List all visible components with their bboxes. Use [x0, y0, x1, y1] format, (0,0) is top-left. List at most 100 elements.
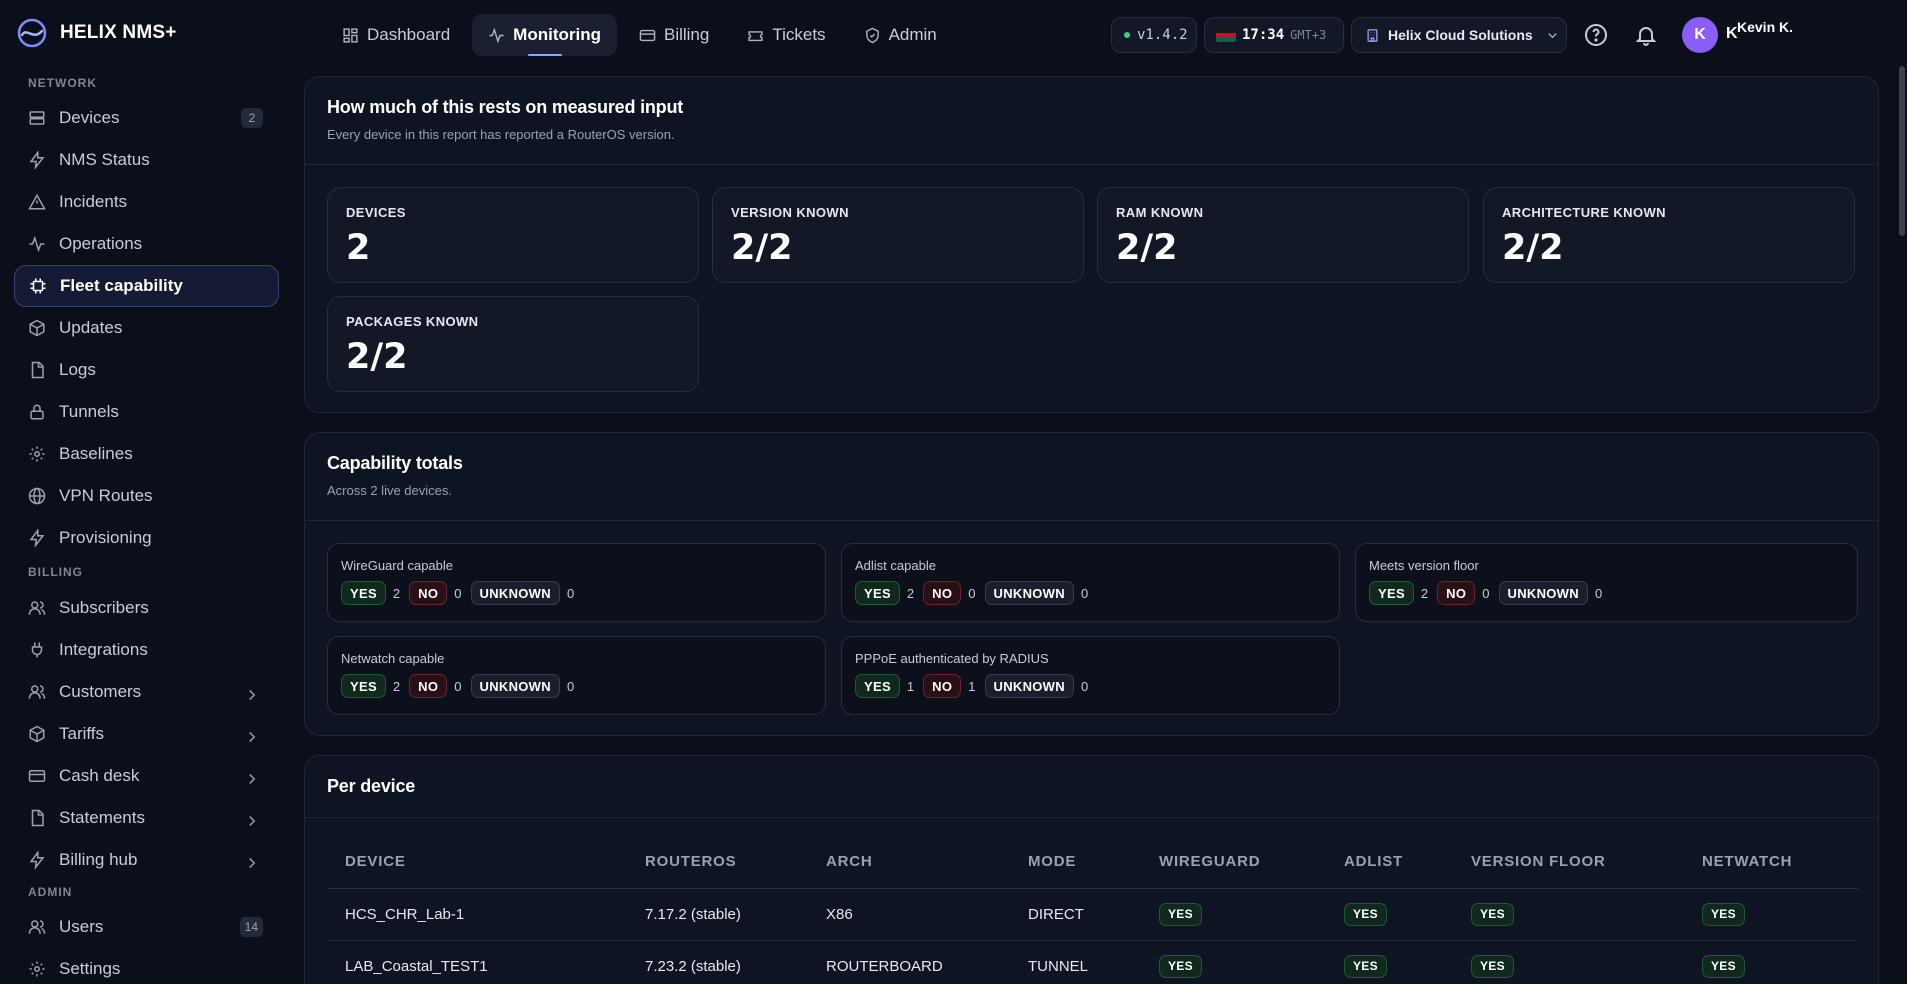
- capability-totals-card: Capability totals Across 2 live devices.…: [304, 432, 1879, 736]
- stat-label: RAM KNOWN: [1116, 205, 1204, 220]
- tab-label: Billing: [663, 25, 710, 44]
- sidebar-item-integrations[interactable]: Integrations: [14, 629, 279, 671]
- sidebar-item-provisioning[interactable]: Provisioning: [14, 517, 279, 559]
- card-subtitle: Every device in this report has reported…: [327, 127, 675, 142]
- capability-label: PPPoE authenticated by RADIUS: [855, 651, 1049, 666]
- tab-billing[interactable]: Billing: [623, 14, 725, 56]
- sidebar-item-operations[interactable]: Operations: [14, 223, 279, 265]
- card-icon: [28, 770, 46, 782]
- sidebar-item-vpn-routes[interactable]: VPN Routes: [14, 475, 279, 517]
- column-header[interactable]: MODE: [1010, 836, 1141, 889]
- sidebar-item-customers[interactable]: Customers: [14, 671, 279, 713]
- globe-icon: [28, 487, 46, 505]
- table-row[interactable]: LAB_Coastal_TEST1 7.23.2 (stable) ROUTER…: [327, 940, 1858, 984]
- sidebar-item-cash-desk[interactable]: Cash desk: [14, 755, 279, 797]
- yes-tag: YES: [1344, 954, 1387, 978]
- unknown-tag: UNKNOWN: [470, 674, 560, 698]
- notifications-button[interactable]: [1632, 21, 1660, 49]
- sidebar-item-label: Statements: [59, 808, 145, 827]
- device-name[interactable]: HCS_CHR_Lab-1: [327, 888, 627, 941]
- tab-dashboard[interactable]: Dashboard: [326, 14, 466, 56]
- capability-counts: YES 1 NO 1 UNKNOWN 0: [855, 674, 1326, 698]
- unknown-count: 0: [1080, 585, 1089, 601]
- sidebar-item-subscribers[interactable]: Subscribers: [14, 587, 279, 629]
- sidebar-item-label: Billing hub: [59, 850, 138, 869]
- sidebar-item-tunnels[interactable]: Tunnels: [14, 391, 279, 433]
- capability-counts: YES 2 NO 0 UNKNOWN 0: [855, 581, 1326, 605]
- column-header[interactable]: ROUTEROS: [627, 836, 808, 889]
- version-floor-cell: YES: [1453, 940, 1684, 984]
- stat-label: ARCHITECTURE KNOWN: [1502, 205, 1666, 220]
- unknown-count: 0: [566, 585, 575, 601]
- card-icon: [639, 29, 656, 41]
- column-header[interactable]: ADLIST: [1326, 836, 1453, 889]
- no-count: 0: [968, 585, 976, 601]
- sidebar-item-updates[interactable]: Updates: [14, 307, 279, 349]
- yes-tag: YES: [1702, 902, 1745, 926]
- yes-tag: YES: [1159, 954, 1202, 978]
- capability-counts: YES 2 NO 0 UNKNOWN 0: [341, 674, 812, 698]
- column-header[interactable]: NETWATCH: [1684, 836, 1858, 889]
- sidebar-item-label: Updates: [59, 318, 123, 337]
- main-nav: Dashboard Monitoring Billing Tickets Adm…: [326, 14, 953, 56]
- sidebar-item-label: Customers: [59, 682, 142, 701]
- sidebar-item-nms-status[interactable]: NMS Status: [14, 139, 279, 181]
- user-name[interactable]: Kevin K.: [1737, 19, 1793, 35]
- tab-label: Tickets: [772, 25, 826, 44]
- brand-name: HELIX NMS+: [60, 22, 177, 43]
- measured-input-card: How much of this rests on measured input…: [304, 76, 1879, 413]
- unknown-tag: UNKNOWN: [984, 674, 1074, 698]
- sidebar-item-tariffs[interactable]: Tariffs: [14, 713, 279, 755]
- tab-admin[interactable]: Admin: [848, 14, 953, 56]
- device-name[interactable]: LAB_Coastal_TEST1: [327, 940, 627, 984]
- dashboard-icon: [343, 27, 358, 43]
- package-icon: [29, 319, 45, 337]
- scrollbar[interactable]: [1899, 66, 1905, 236]
- column-header[interactable]: ARCH: [808, 836, 1010, 889]
- tab-tickets[interactable]: Tickets: [731, 14, 841, 56]
- chevron-down-icon: [1547, 32, 1557, 38]
- sidebar-item-incidents[interactable]: Incidents: [14, 181, 279, 223]
- sidebar-item-logs[interactable]: Logs: [14, 349, 279, 391]
- column-header[interactable]: DEVICE: [327, 836, 627, 889]
- helix-logo-icon: [17, 18, 47, 48]
- wireguard-cell: YES: [1141, 940, 1326, 984]
- sidebar-item-label: Integrations: [59, 640, 148, 659]
- sidebar-item-devices[interactable]: Devices 2: [14, 97, 279, 139]
- chevron-right-icon: [249, 689, 256, 701]
- sidebar-item-statements[interactable]: Statements: [14, 797, 279, 839]
- help-button[interactable]: [1582, 21, 1610, 49]
- organization-switcher[interactable]: Helix Cloud Solutions: [1351, 17, 1567, 53]
- column-header[interactable]: VERSION FLOOR: [1453, 836, 1684, 889]
- sidebar-item-baselines[interactable]: Baselines: [14, 433, 279, 475]
- sidebar-item-settings[interactable]: Settings: [14, 948, 279, 984]
- yes-tag: YES: [1471, 954, 1514, 978]
- card-header: How much of this rests on measured input…: [305, 77, 1878, 165]
- yes-count: 2: [1420, 585, 1429, 601]
- stat-architecture-known: ARCHITECTURE KNOWN 2/2: [1483, 187, 1855, 283]
- column-header[interactable]: WIREGUARD: [1141, 836, 1326, 889]
- sidebar-item-fleet-capability[interactable]: Fleet capability: [14, 265, 279, 307]
- user-initial: K: [1726, 25, 1738, 42]
- brand[interactable]: HELIX NMS+: [16, 17, 177, 49]
- tab-monitoring[interactable]: Monitoring: [472, 14, 617, 56]
- table-row[interactable]: HCS_CHR_Lab-1 7.17.2 (stable) X86 DIRECT…: [327, 888, 1858, 941]
- yes-tag: YES: [1369, 581, 1414, 605]
- capability-adlist: Adlist capable YES 2 NO 0 UNKNOWN 0: [841, 543, 1340, 622]
- ticket-icon: [748, 30, 763, 41]
- sidebar-item-label: Tariffs: [59, 724, 105, 743]
- no-tag: NO: [409, 581, 448, 605]
- sidebar-item-label: Subscribers: [59, 598, 149, 617]
- yes-count: 2: [906, 585, 915, 601]
- card-header: Capability totals Across 2 live devices.: [305, 433, 1878, 521]
- card-subtitle: Across 2 live devices.: [327, 483, 452, 498]
- avatar[interactable]: K: [1682, 17, 1718, 53]
- sidebar-item-billing-hub[interactable]: Billing hub: [14, 839, 279, 881]
- sidebar-item-label: Operations: [59, 234, 143, 253]
- card-title: Per device: [327, 776, 416, 796]
- capability-netwatch: Netwatch capable YES 2 NO 0 UNKNOWN 0: [327, 636, 826, 715]
- section-admin: ADMIN: [28, 885, 73, 899]
- sidebar-item-users[interactable]: Users 14: [14, 906, 279, 948]
- capability-counts: YES 2 NO 0 UNKNOWN 0: [1369, 581, 1844, 605]
- capability-version-floor: Meets version floor YES 2 NO 0 UNKNOWN 0: [1355, 543, 1858, 622]
